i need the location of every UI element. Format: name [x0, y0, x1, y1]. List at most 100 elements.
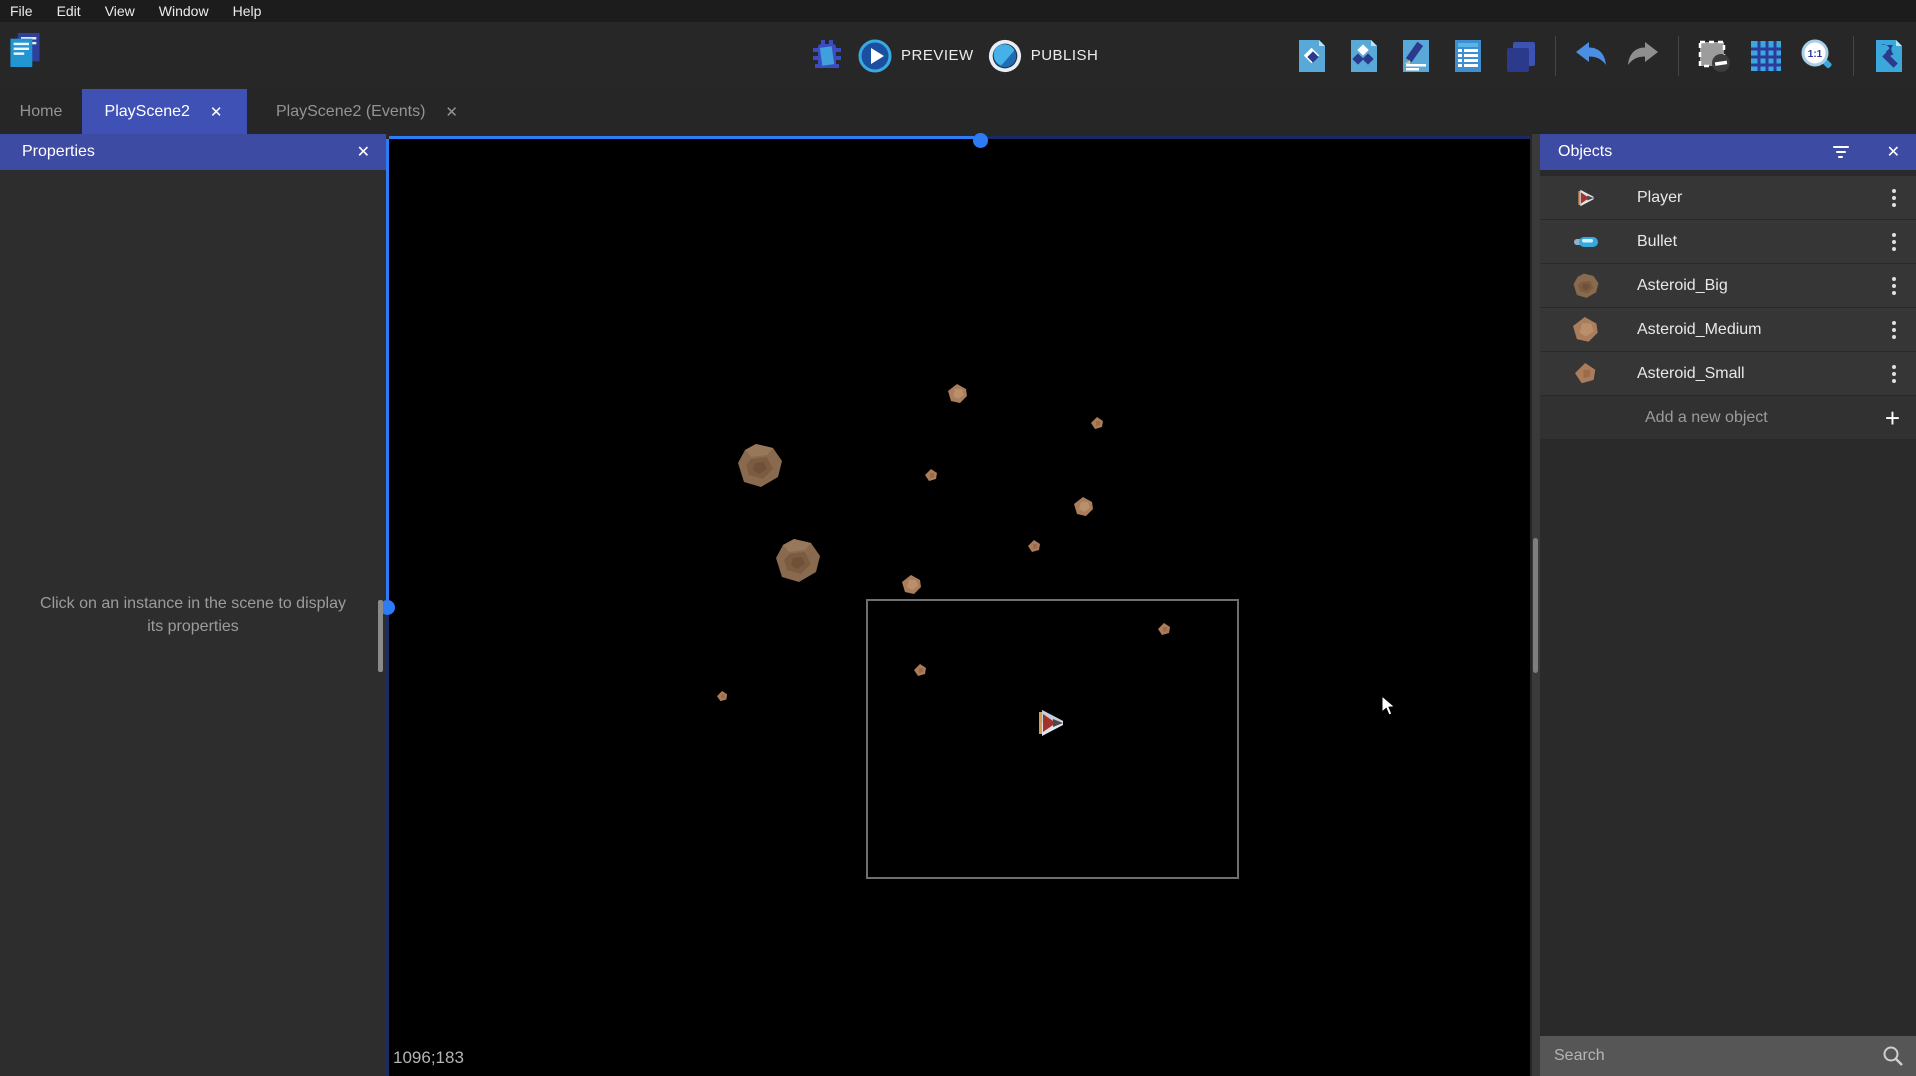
asteroid-small-instance[interactable]: [1028, 540, 1041, 558]
properties-panel-header: Properties ✕: [0, 134, 386, 170]
object-name: Player: [1637, 189, 1892, 207]
asteroid-small-instance[interactable]: [1091, 417, 1104, 435]
asteroid-small-instance[interactable]: [717, 689, 728, 707]
asteroid-small-instance[interactable]: [1158, 623, 1171, 641]
asteroid-medium-instance[interactable]: [948, 384, 968, 409]
objects-list: Player Bullet Asteroid_Big: [1540, 176, 1916, 439]
player-ship-sprite: [1032, 704, 1070, 742]
toolbar-separator: [1678, 36, 1679, 76]
asteroid-small-sprite: [1028, 540, 1041, 553]
tab-bar: Home PlayScene2 ✕ PlayScene2 (Events) ✕: [0, 89, 1916, 134]
object-menu-icon[interactable]: [1892, 189, 1896, 207]
asteroid-small-sprite: [1091, 417, 1104, 430]
editor-scrollbar-thumb[interactable]: [1533, 538, 1538, 673]
asteroid-big-instance[interactable]: [737, 443, 783, 494]
properties-panel-title: Properties: [0, 143, 341, 161]
close-tab-icon[interactable]: ✕: [443, 103, 460, 121]
player-ship-icon: [1571, 186, 1601, 210]
scene-vscroll-track-bottom: [386, 614, 389, 1076]
open-settings-file-icon[interactable]: [1872, 38, 1906, 74]
scene-hscroll-thumb[interactable]: [973, 133, 988, 148]
toggle-grid-icon[interactable]: [1749, 38, 1783, 74]
zoom-original-icon[interactable]: 1:1: [1801, 38, 1835, 74]
asteroid-small-instance[interactable]: [925, 469, 938, 487]
object-row-bullet[interactable]: Bullet: [1540, 220, 1916, 263]
scene-hscroll-track-left: [389, 136, 974, 139]
open-scene-properties-icon[interactable]: [1399, 38, 1433, 74]
gdevelop-window: File Edit View Window Help: [0, 0, 1916, 1076]
editor-scrollbar: [1532, 134, 1540, 1076]
player-ship-instance[interactable]: [1032, 704, 1070, 747]
object-name: Asteroid_Big: [1637, 277, 1892, 295]
toolbar: PREVIEW PUBLISH: [0, 22, 1916, 89]
object-menu-icon[interactable]: [1892, 277, 1896, 295]
object-row-player[interactable]: Player: [1540, 176, 1916, 219]
redo-icon[interactable]: [1626, 38, 1660, 74]
asteroid-medium-sprite: [1074, 497, 1094, 517]
search-icon: [1882, 1045, 1904, 1067]
asteroid-medium-instance[interactable]: [902, 575, 922, 600]
close-tab-icon[interactable]: ✕: [208, 103, 225, 121]
publish-button[interactable]: PUBLISH: [988, 38, 1099, 74]
asteroid-medium-sprite: [902, 575, 922, 595]
publish-label: PUBLISH: [1031, 47, 1099, 64]
object-menu-icon[interactable]: [1892, 365, 1896, 383]
objects-panel: Objects ✕ Player Bullet: [1540, 134, 1916, 1076]
menu-help[interactable]: Help: [221, 1, 274, 21]
asteroid-small-icon: [1571, 363, 1601, 385]
object-name: Asteroid_Medium: [1637, 321, 1892, 339]
object-row-asteroid-big[interactable]: Asteroid_Big: [1540, 264, 1916, 307]
close-properties-icon[interactable]: ✕: [341, 142, 386, 162]
menu-view[interactable]: View: [93, 1, 147, 21]
asteroid-small-sprite: [925, 469, 938, 482]
debugger-icon[interactable]: [810, 38, 844, 74]
asteroid-medium-sprite: [948, 384, 968, 404]
undo-icon[interactable]: [1574, 38, 1608, 74]
object-row-asteroid-small[interactable]: Asteroid_Small: [1540, 352, 1916, 395]
object-menu-icon[interactable]: [1892, 233, 1896, 251]
publish-globe-icon: [988, 38, 1022, 74]
open-instances-list-icon[interactable]: [1451, 38, 1485, 74]
properties-empty-message: Click on an instance in the scene to dis…: [0, 592, 386, 638]
asteroid-small-instance[interactable]: [914, 664, 927, 682]
search-input[interactable]: [1540, 1047, 1882, 1065]
menu-edit[interactable]: Edit: [45, 1, 93, 21]
tab-home[interactable]: Home: [0, 89, 82, 134]
tab-playscene2-events[interactable]: PlayScene2 (Events) ✕: [247, 89, 489, 134]
mouse-cursor: [1381, 695, 1399, 717]
asteroid-big-icon: [1571, 273, 1601, 299]
object-menu-icon[interactable]: [1892, 321, 1896, 339]
filter-icon[interactable]: [1833, 146, 1871, 158]
asteroid-small-sprite: [914, 664, 927, 677]
project-manager-icon[interactable]: [8, 32, 42, 68]
objects-search-bar: [1540, 1036, 1916, 1076]
scene-vscroll-track-top: [386, 139, 389, 600]
objects-panel-title: Objects: [1540, 143, 1833, 161]
menu-file[interactable]: File: [0, 1, 45, 21]
tab-label: PlayScene2: [105, 103, 190, 121]
object-name: Asteroid_Small: [1637, 365, 1892, 383]
toolbar-separator: [1853, 36, 1854, 76]
properties-scrollbar-thumb[interactable]: [378, 600, 383, 672]
asteroid-big-sprite: [737, 443, 783, 489]
tab-playscene2[interactable]: PlayScene2 ✕: [82, 89, 247, 134]
scene-hscroll-track-right: [974, 136, 1530, 139]
preview-button[interactable]: PREVIEW: [858, 38, 974, 74]
open-objects-panel-icon[interactable]: [1295, 38, 1329, 74]
asteroid-medium-instance[interactable]: [1074, 497, 1094, 522]
object-row-asteroid-medium[interactable]: Asteroid_Medium: [1540, 308, 1916, 351]
menu-bar: File Edit View Window Help: [0, 0, 1916, 22]
scene-canvas[interactable]: 1096;183: [389, 139, 1530, 1076]
open-object-groups-panel-icon[interactable]: [1347, 38, 1381, 74]
one-to-one-label: 1:1: [1808, 49, 1823, 60]
menu-window[interactable]: Window: [147, 1, 221, 21]
add-new-object-button[interactable]: Add a new object +: [1540, 396, 1916, 439]
asteroid-big-instance[interactable]: [775, 538, 821, 589]
delete-selection-icon[interactable]: [1697, 38, 1731, 74]
asteroid-small-sprite: [1158, 623, 1171, 636]
open-layers-panel-icon[interactable]: [1503, 38, 1537, 74]
objects-panel-header: Objects ✕: [1540, 134, 1916, 170]
asteroid-small-sprite: [717, 691, 728, 702]
asteroid-medium-icon: [1571, 317, 1601, 343]
close-objects-icon[interactable]: ✕: [1871, 142, 1916, 162]
